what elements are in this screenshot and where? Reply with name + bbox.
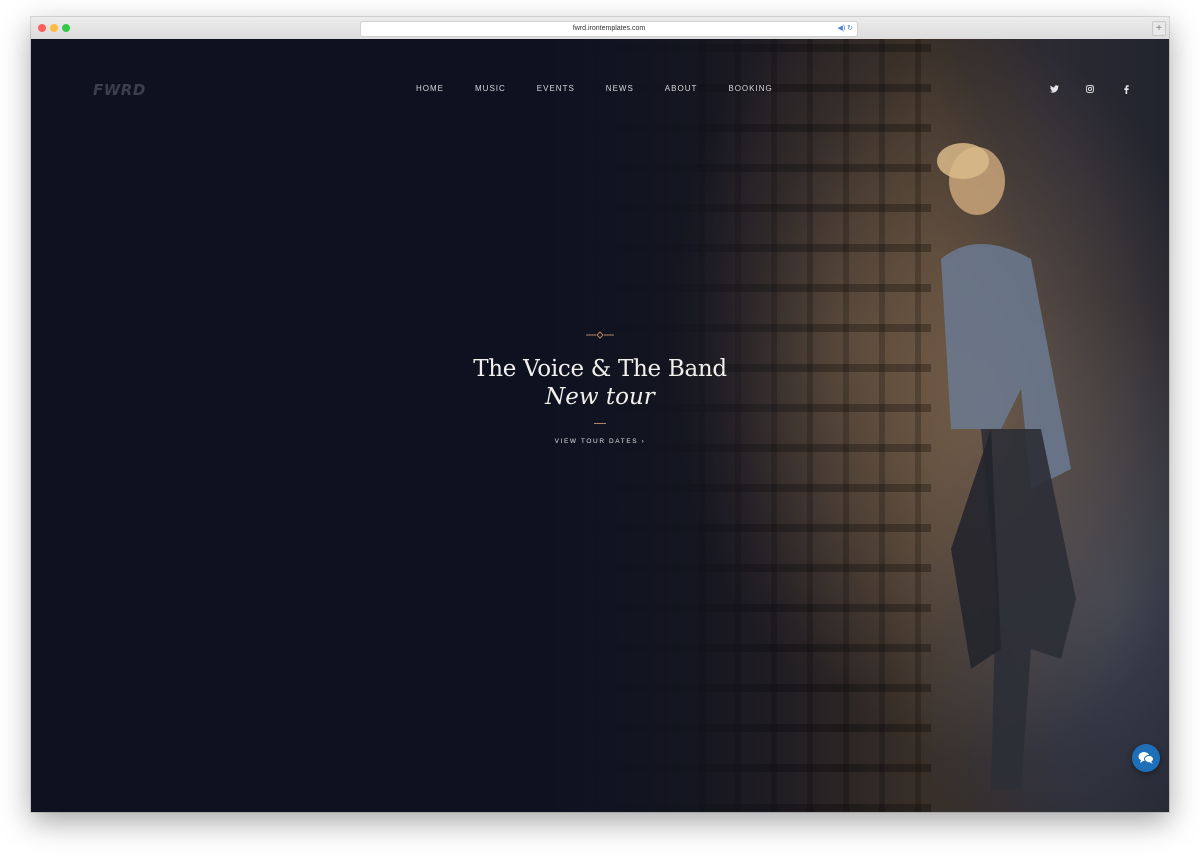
view-tour-dates-link[interactable]: VIEW TOUR DATES › <box>555 438 646 445</box>
reload-icon[interactable]: ◀) ↻ <box>837 22 853 36</box>
hero-subtitle: New tour <box>545 384 655 410</box>
social-links <box>1045 79 1153 99</box>
nav-item-music[interactable]: MUSIC <box>475 79 506 99</box>
site-logo[interactable]: FWRD <box>93 81 146 99</box>
ornament-divider-icon <box>586 331 614 339</box>
nav-item-events[interactable]: EVENTS <box>537 79 575 99</box>
instagram-icon[interactable] <box>1081 79 1099 99</box>
nav-item-booking[interactable]: BOOKING <box>728 79 772 99</box>
chat-button[interactable] <box>1132 744 1160 772</box>
twitter-icon[interactable] <box>1045 79 1063 99</box>
browser-window: fwrd.irontemplates.com ◀) ↻ + FWRD HOME … <box>31 17 1169 812</box>
hero-divider <box>594 423 606 424</box>
nav-item-news[interactable]: NEWS <box>606 79 634 99</box>
minimize-window-button[interactable] <box>50 24 58 32</box>
hero-title: The Voice & The Band <box>473 356 727 382</box>
close-window-button[interactable] <box>38 24 46 32</box>
main-nav: HOME MUSIC EVENTS NEWS ABOUT BOOKING <box>416 79 804 99</box>
hero-block: The Voice & The Band New tour VIEW TOUR … <box>400 331 800 448</box>
url-text: fwrd.irontemplates.com <box>572 25 646 32</box>
chat-bubble-icon <box>1138 752 1154 764</box>
new-tab-button[interactable]: + <box>1152 21 1166 36</box>
nav-item-home[interactable]: HOME <box>416 79 444 99</box>
address-bar[interactable]: fwrd.irontemplates.com ◀) ↻ <box>360 21 858 37</box>
website-viewport: FWRD HOME MUSIC EVENTS NEWS ABOUT BOOKIN… <box>31 39 1169 812</box>
browser-titlebar: fwrd.irontemplates.com ◀) ↻ + <box>31 17 1169 40</box>
facebook-icon[interactable] <box>1117 79 1135 99</box>
nav-item-about[interactable]: ABOUT <box>665 79 698 99</box>
maximize-window-button[interactable] <box>62 24 70 32</box>
